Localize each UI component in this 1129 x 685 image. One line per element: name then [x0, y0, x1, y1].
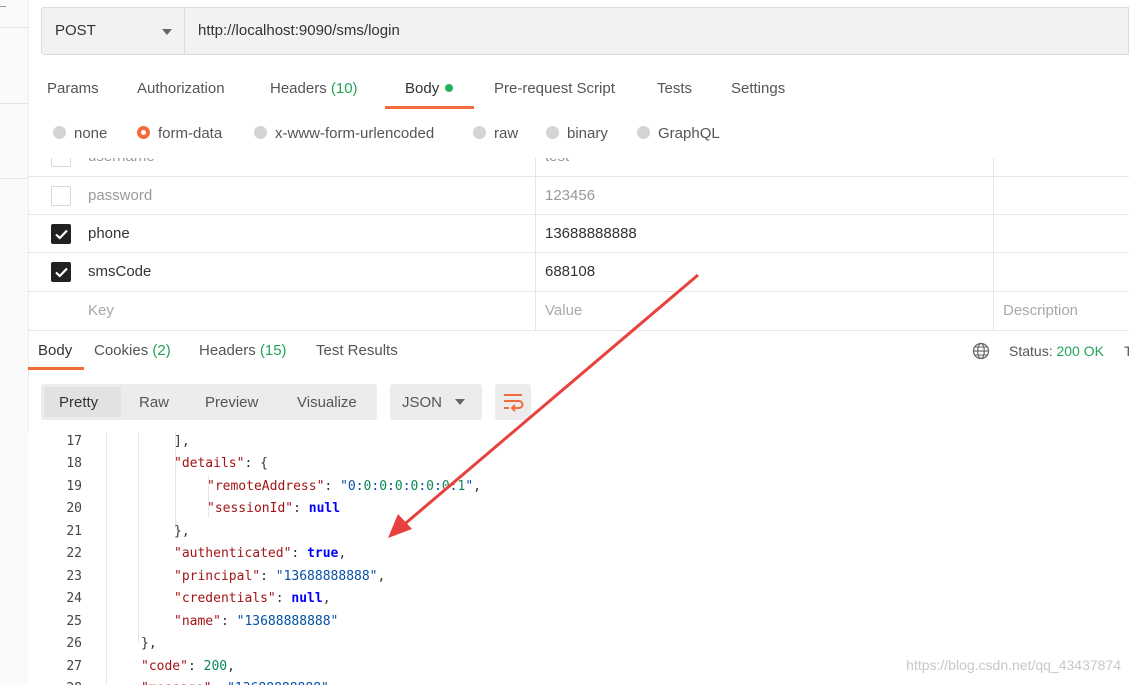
globe-icon[interactable] — [972, 342, 990, 360]
param-value[interactable]: test — [545, 158, 569, 165]
check-icon — [55, 229, 68, 240]
code-line: "authenticated": true, — [174, 546, 347, 561]
radio-x-www-form-urlencoded[interactable]: x-www-form-urlencoded — [254, 125, 434, 142]
table-row-new: Key Value Description — [28, 292, 1129, 331]
chevron-down-icon — [455, 399, 465, 405]
active-tab-underline — [385, 106, 474, 109]
code-line: "remoteAddress": "0:0:0:0:0:0:0:1", — [207, 479, 481, 494]
view-visualize[interactable]: Visualize — [297, 394, 357, 411]
table-row: username test — [28, 158, 1129, 177]
wrap-lines-button[interactable] — [495, 384, 531, 420]
param-key[interactable]: smsCode — [88, 263, 151, 280]
radio-form-data[interactable]: form-data — [137, 125, 222, 142]
param-key[interactable]: phone — [88, 225, 130, 242]
param-value[interactable]: 688108 — [545, 263, 595, 280]
radio-graphql[interactable]: GraphQL — [637, 125, 720, 142]
status-indicator: Status: 200 OK — [1009, 343, 1104, 359]
radio-raw[interactable]: raw — [473, 125, 518, 142]
status-cut-text: T — [1124, 343, 1129, 359]
tab-tests[interactable]: Tests — [657, 80, 692, 97]
view-mode-segment: Pretty Raw Preview Visualize — [41, 384, 377, 420]
status-value: 200 OK — [1056, 343, 1104, 359]
table-row: password 123456 — [28, 177, 1129, 215]
format-select[interactable]: JSON — [390, 384, 482, 420]
tab-pre-request-script[interactable]: Pre-request Script — [494, 80, 615, 97]
tab-authorization[interactable]: Authorization — [137, 80, 225, 97]
tab-params[interactable]: Params — [47, 80, 99, 97]
param-value[interactable]: 123456 — [545, 187, 595, 204]
code-line: "details": { — [174, 456, 268, 471]
table-row: phone 13688888888 — [28, 215, 1129, 253]
code-line: "message": "13688888888" — [141, 681, 329, 685]
row-checkbox[interactable] — [51, 158, 71, 167]
url-text: http://localhost:9090/sms/login — [198, 22, 400, 39]
code-line: "name": "13688888888" — [174, 614, 339, 629]
tab-body[interactable]: Body — [405, 80, 454, 97]
row-checkbox[interactable] — [51, 224, 71, 244]
param-value[interactable]: 13688888888 — [545, 225, 637, 242]
code-line: ], — [174, 434, 190, 449]
response-code-view[interactable]: 17 18 19 20 21 22 23 24 25 26 27 28 ], "… — [28, 432, 1129, 685]
description-placeholder[interactable]: Description — [1003, 302, 1078, 319]
wrap-lines-icon — [504, 394, 524, 412]
radio-binary[interactable]: binary — [546, 125, 608, 142]
active-tab-underline — [28, 367, 84, 370]
code-line: }, — [141, 636, 157, 651]
response-tab-test-results[interactable]: Test Results — [316, 342, 398, 359]
view-raw[interactable]: Raw — [139, 394, 169, 411]
code-line: "credentials": null, — [174, 591, 331, 606]
row-checkbox[interactable] — [51, 262, 71, 282]
headers-count: (10) — [330, 80, 358, 97]
code-line: "code": 200, — [141, 659, 235, 674]
param-key[interactable]: username — [88, 158, 155, 165]
view-pretty[interactable]: Pretty — [59, 394, 98, 411]
tab-headers[interactable]: Headers (10) — [270, 80, 358, 97]
key-placeholder[interactable]: Key — [88, 302, 114, 319]
radio-none[interactable]: none — [53, 125, 107, 142]
response-tab-cookies[interactable]: Cookies (2) — [94, 342, 171, 359]
param-key[interactable]: password — [88, 187, 152, 204]
status-label: Status: — [1009, 343, 1053, 359]
params-table: username test password 123456 phone 1368… — [28, 158, 1129, 331]
code-line: "principal": "13688888888", — [174, 569, 386, 584]
response-tab-body[interactable]: Body — [38, 342, 72, 359]
watermark: https://blog.csdn.net/qq_43437874 — [906, 657, 1121, 673]
response-tab-headers[interactable]: Headers (15) — [199, 342, 287, 359]
format-label: JSON — [402, 394, 443, 411]
code-line: }, — [174, 524, 190, 539]
check-icon — [55, 267, 68, 278]
method-select[interactable]: POST — [41, 7, 185, 55]
row-checkbox[interactable] — [51, 186, 71, 206]
tab-settings[interactable]: Settings — [731, 80, 785, 97]
body-indicator-dot — [445, 84, 454, 93]
value-placeholder[interactable]: Value — [545, 302, 582, 319]
method-label: POST — [55, 22, 96, 39]
table-row: smsCode 688108 — [28, 253, 1129, 292]
view-preview[interactable]: Preview — [205, 394, 258, 411]
sidebar-edge — [0, 0, 29, 685]
url-input[interactable]: http://localhost:9090/sms/login — [185, 7, 1129, 55]
chevron-down-icon — [162, 29, 172, 35]
code-line: "sessionId": null — [207, 501, 341, 516]
